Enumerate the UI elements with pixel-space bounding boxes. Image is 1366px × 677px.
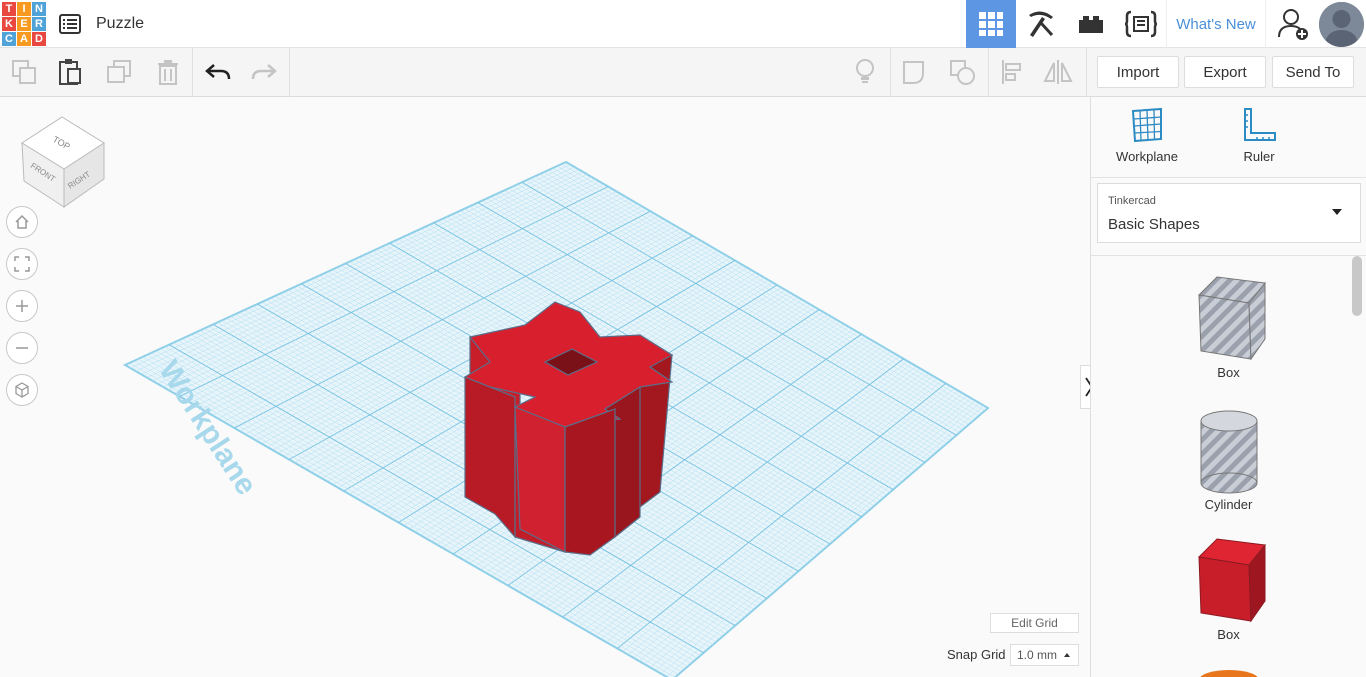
import-button[interactable]: Import — [1097, 56, 1179, 88]
show-all-button[interactable] — [847, 54, 883, 90]
paste-button[interactable] — [52, 54, 88, 90]
invite-user-button[interactable] — [1270, 0, 1318, 48]
library-name: Basic Shapes — [1108, 216, 1200, 233]
zoom-out-button[interactable] — [6, 332, 38, 364]
undo-icon — [205, 64, 231, 80]
library-source: Tinkercad — [1108, 195, 1156, 207]
shape-box[interactable]: Box — [1171, 537, 1286, 642]
minus-icon — [16, 347, 28, 349]
mirror-button[interactable] — [1040, 54, 1076, 90]
ruler-tool[interactable]: Ruler — [1214, 107, 1304, 177]
mirror-icon — [1043, 60, 1073, 84]
shape-label: Box — [1217, 365, 1240, 380]
box-icon — [1197, 538, 1266, 623]
shape-cylinder-hole[interactable]: Cylinder — [1171, 407, 1286, 512]
logo-letter: K — [2, 17, 16, 31]
ungroup-icon — [950, 60, 975, 85]
shape-label: Box — [1217, 627, 1240, 642]
bricks-view-button[interactable] — [1066, 0, 1116, 48]
edit-toolbar: Import Export Send To — [0, 48, 1366, 97]
design-list-button[interactable] — [58, 12, 82, 36]
3d-design-view-button[interactable] — [966, 0, 1016, 48]
undo-button[interactable] — [200, 54, 236, 90]
logo-letter: E — [17, 17, 31, 31]
export-button[interactable]: Export — [1184, 56, 1266, 88]
shape-label: Cylinder — [1204, 497, 1253, 512]
logo-letter: D — [32, 32, 46, 46]
codeblocks-button[interactable] — [1116, 0, 1166, 48]
trash-icon — [158, 60, 178, 85]
home-icon — [15, 214, 29, 229]
workplane-tool[interactable]: Workplane — [1102, 107, 1192, 177]
fit-view-button[interactable] — [6, 248, 38, 280]
workplane-tool-label: Workplane — [1116, 149, 1178, 164]
add-user-icon — [1278, 9, 1308, 40]
box-hole-icon — [1197, 276, 1266, 361]
list-icon — [59, 14, 81, 34]
perspective-button[interactable] — [6, 374, 38, 406]
panel-toggle-button[interactable] — [1080, 365, 1090, 409]
cube-icon — [15, 382, 29, 398]
cylinder-hole-icon — [1200, 410, 1257, 494]
blocks-minecraft-button[interactable] — [1016, 0, 1066, 48]
logo-letter: I — [17, 2, 31, 16]
top-bar: TIN KER CAD Puzzle What's New — [0, 0, 1366, 48]
send-to-button[interactable]: Send To — [1272, 56, 1354, 88]
align-icon — [1002, 60, 1021, 84]
redo-button[interactable] — [246, 54, 282, 90]
workplane-canvas[interactable]: Workplane TOP FRONT RIGHT — [0, 97, 1090, 677]
brick-icon — [1079, 16, 1103, 33]
logo-letter: R — [32, 17, 46, 31]
panel-scrollbar[interactable] — [1352, 256, 1362, 316]
copy-icon — [12, 60, 36, 84]
snap-grid-select[interactable]: 1.0 mm — [1010, 644, 1079, 666]
codeblocks-icon — [1124, 10, 1158, 38]
duplicate-icon — [107, 60, 131, 83]
zoom-in-button[interactable] — [6, 290, 38, 322]
caret-up-icon — [1064, 653, 1070, 657]
ruler-icon — [1244, 108, 1276, 141]
tinkercad-logo[interactable]: TIN KER CAD — [2, 2, 46, 46]
fit-icon — [14, 256, 30, 272]
copy-button[interactable] — [6, 54, 42, 90]
grid-view-icon — [979, 12, 1003, 36]
shape-box-hole[interactable]: Box — [1171, 275, 1286, 380]
dropdown-caret-icon — [1332, 209, 1342, 215]
logo-letter: C — [2, 32, 16, 46]
ruler-tool-label: Ruler — [1243, 149, 1275, 164]
duplicate-button[interactable] — [102, 54, 138, 90]
edit-grid-button[interactable]: Edit Grid — [990, 613, 1079, 633]
redo-icon — [251, 64, 277, 80]
project-title[interactable]: Puzzle — [96, 15, 144, 33]
puzzle-face[interactable] — [514, 406, 566, 553]
logo-letter: N — [32, 2, 46, 16]
snap-grid-value: 1.0 mm — [1017, 648, 1058, 662]
delete-button[interactable] — [150, 54, 186, 90]
whats-new-link[interactable]: What's New — [1166, 0, 1266, 48]
puzzle-face[interactable] — [564, 408, 616, 556]
ungroup-button[interactable] — [945, 54, 981, 90]
workplane-icon — [1131, 107, 1162, 143]
user-avatar[interactable] — [1319, 2, 1364, 47]
3d-viewport[interactable]: Workplane TOP FRONT RIGHT Edit Grid Snap… — [0, 97, 1090, 677]
lightbulb-icon — [856, 59, 874, 83]
logo-letter: T — [2, 2, 16, 16]
view-cube[interactable]: TOP FRONT RIGHT — [21, 116, 105, 208]
home-view-button[interactable] — [6, 206, 38, 238]
snap-grid-label: Snap Grid — [947, 647, 1006, 662]
shape-library-select[interactable]: Tinkercad Basic Shapes — [1097, 183, 1361, 243]
group-icon — [903, 61, 924, 84]
paste-icon — [59, 59, 81, 85]
logo-letter: A — [17, 32, 31, 46]
shape-partial-next[interactable] — [1199, 670, 1259, 677]
shapes-panel: Workplane Ruler Tinkercad Basic Shapes B… — [1090, 97, 1366, 677]
group-button[interactable] — [897, 54, 933, 90]
avatar-icon — [1319, 2, 1364, 47]
align-button[interactable] — [994, 54, 1030, 90]
pickaxe-icon — [1029, 11, 1054, 37]
plus-icon — [16, 300, 28, 312]
